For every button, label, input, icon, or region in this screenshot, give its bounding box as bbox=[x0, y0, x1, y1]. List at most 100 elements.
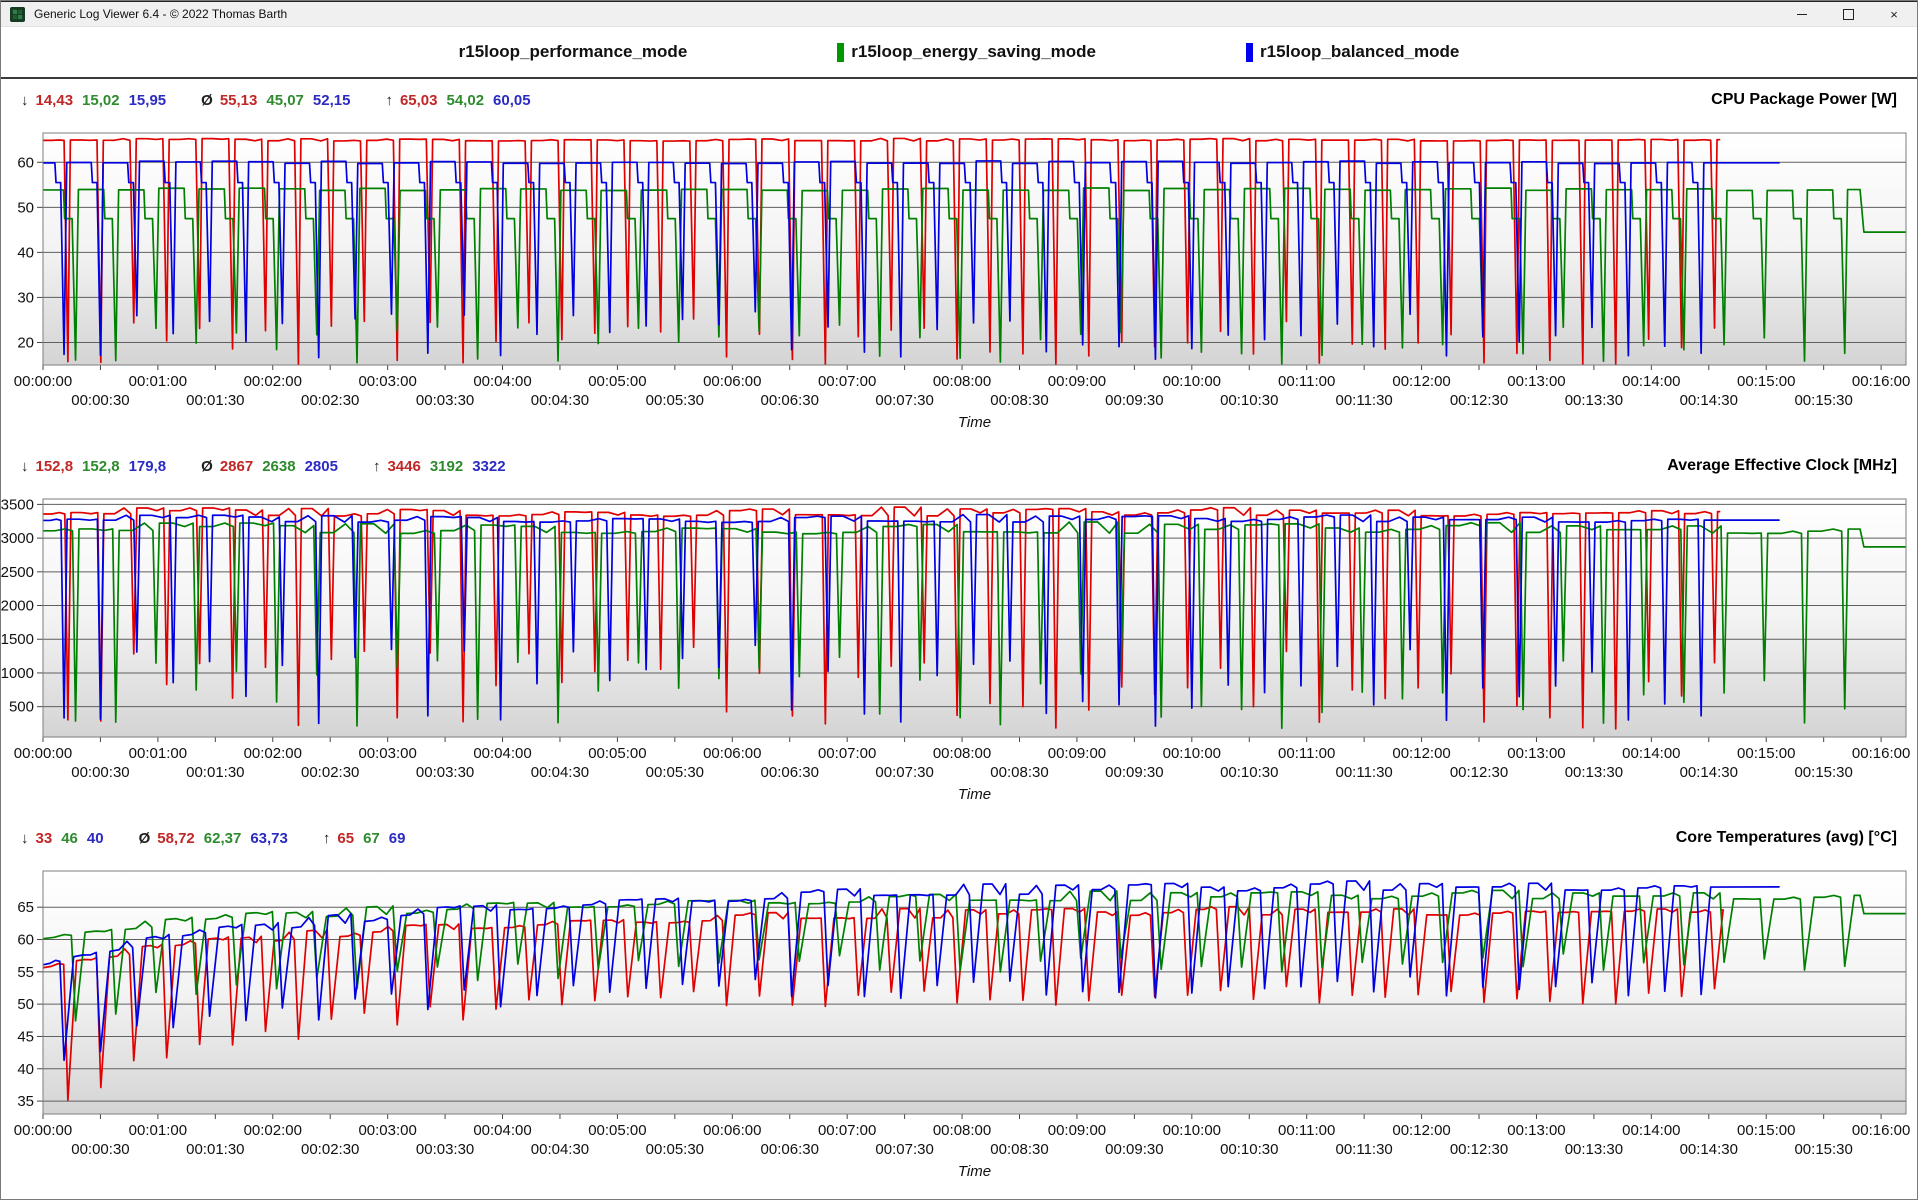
svg-text:00:15:00: 00:15:00 bbox=[1737, 1122, 1795, 1139]
svg-text:00:12:30: 00:12:30 bbox=[1450, 392, 1508, 409]
stat-min-performance: 152,8 bbox=[36, 458, 74, 475]
svg-text:00:07:00: 00:07:00 bbox=[818, 1122, 876, 1139]
svg-text:20: 20 bbox=[17, 334, 34, 351]
stat-avg-balanced: 52,15 bbox=[313, 92, 351, 109]
svg-text:00:08:00: 00:08:00 bbox=[933, 1122, 991, 1139]
svg-text:00:04:00: 00:04:00 bbox=[473, 373, 531, 390]
max-icon: ↑ bbox=[323, 830, 331, 847]
svg-text:00:08:00: 00:08:00 bbox=[933, 745, 991, 762]
svg-text:00:09:30: 00:09:30 bbox=[1105, 392, 1163, 409]
svg-text:00:01:00: 00:01:00 bbox=[129, 745, 187, 762]
legend-label: r15loop_energy_saving_mode bbox=[851, 42, 1096, 62]
svg-text:00:01:00: 00:01:00 bbox=[129, 1122, 187, 1139]
stats-row: ↓ 33 46 40 Ø 58,72 62,37 63,73 ↑ 65 67 6… bbox=[1, 825, 1917, 851]
svg-text:Time: Time bbox=[958, 786, 991, 803]
svg-text:00:06:00: 00:06:00 bbox=[703, 1122, 761, 1139]
svg-text:00:14:30: 00:14:30 bbox=[1680, 1141, 1738, 1158]
title-bar: Generic Log Viewer 6.4 - © 2022 Thomas B… bbox=[1, 1, 1917, 27]
svg-text:00:08:30: 00:08:30 bbox=[990, 392, 1048, 409]
svg-text:00:01:30: 00:01:30 bbox=[186, 1141, 244, 1158]
stat-min-performance: 14,43 bbox=[36, 92, 74, 109]
close-button[interactable]: × bbox=[1871, 2, 1917, 26]
svg-text:00:05:30: 00:05:30 bbox=[646, 392, 704, 409]
svg-text:00:05:00: 00:05:00 bbox=[588, 1122, 646, 1139]
stat-max-energy: 67 bbox=[363, 830, 380, 847]
min-icon: ↓ bbox=[21, 92, 29, 109]
svg-text:45: 45 bbox=[17, 1028, 34, 1045]
svg-text:00:02:00: 00:02:00 bbox=[244, 1122, 302, 1139]
svg-text:00:10:00: 00:10:00 bbox=[1163, 373, 1221, 390]
svg-text:3000: 3000 bbox=[1, 530, 34, 547]
chart-title-core-temps: Core Temperatures (avg) [°C] bbox=[1676, 829, 1897, 847]
svg-text:00:03:30: 00:03:30 bbox=[416, 392, 474, 409]
max-icon: ↑ bbox=[373, 458, 381, 475]
svg-text:00:10:30: 00:10:30 bbox=[1220, 764, 1278, 781]
chart-title-cpu-power: CPU Package Power [W] bbox=[1711, 91, 1897, 109]
legend-color-marker bbox=[837, 43, 844, 62]
svg-text:00:06:30: 00:06:30 bbox=[761, 764, 819, 781]
svg-text:00:12:00: 00:12:00 bbox=[1392, 1122, 1450, 1139]
svg-text:00:14:30: 00:14:30 bbox=[1680, 764, 1738, 781]
svg-text:00:04:30: 00:04:30 bbox=[531, 392, 589, 409]
svg-text:00:08:00: 00:08:00 bbox=[933, 373, 991, 390]
svg-text:55: 55 bbox=[17, 964, 34, 981]
legend-item-energy-saving[interactable]: r15loop_energy_saving_mode bbox=[837, 42, 1096, 62]
max-icon: ↑ bbox=[385, 92, 393, 109]
stat-min-balanced: 15,95 bbox=[129, 92, 167, 109]
svg-text:00:12:30: 00:12:30 bbox=[1450, 1141, 1508, 1158]
svg-text:00:15:30: 00:15:30 bbox=[1794, 1141, 1852, 1158]
svg-text:00:06:00: 00:06:00 bbox=[703, 373, 761, 390]
cpu-power-plot[interactable]: 605040302000:00:0000:00:3000:01:0000:01:… bbox=[1, 113, 1918, 437]
svg-text:00:16:00: 00:16:00 bbox=[1852, 373, 1910, 390]
maximize-icon bbox=[1843, 9, 1854, 20]
svg-text:00:09:30: 00:09:30 bbox=[1105, 1141, 1163, 1158]
stats-row: ↓ 152,8 152,8 179,8 Ø 2867 2638 2805 ↑ 3… bbox=[1, 453, 1917, 479]
svg-text:00:15:00: 00:15:00 bbox=[1737, 745, 1795, 762]
svg-text:2500: 2500 bbox=[1, 564, 34, 581]
legend-color-marker bbox=[1246, 43, 1253, 62]
stat-max-performance: 65,03 bbox=[400, 92, 438, 109]
svg-text:00:13:30: 00:13:30 bbox=[1565, 392, 1623, 409]
legend-item-performance[interactable]: r15loop_performance_mode bbox=[459, 42, 688, 62]
chart-block-cpu-power: ↓ 14,43 15,02 15,95 Ø 55,13 45,07 52,15 … bbox=[1, 87, 1917, 437]
legend-item-balanced[interactable]: r15loop_balanced_mode bbox=[1246, 42, 1459, 62]
svg-text:00:14:00: 00:14:00 bbox=[1622, 745, 1680, 762]
legend-bar: r15loop_performance_mode r15loop_energy_… bbox=[1, 27, 1917, 79]
svg-text:1500: 1500 bbox=[1, 631, 34, 648]
maximize-button[interactable] bbox=[1825, 2, 1871, 26]
svg-text:00:02:30: 00:02:30 bbox=[301, 392, 359, 409]
min-icon: ↓ bbox=[21, 830, 29, 847]
svg-text:3500: 3500 bbox=[1, 496, 34, 513]
stat-min-performance: 33 bbox=[36, 830, 53, 847]
svg-text:00:10:00: 00:10:00 bbox=[1163, 1122, 1221, 1139]
core-temps-plot[interactable]: 6560555045403500:00:0000:00:3000:01:0000… bbox=[1, 851, 1918, 1186]
svg-text:00:02:30: 00:02:30 bbox=[301, 764, 359, 781]
svg-text:50: 50 bbox=[17, 996, 34, 1013]
stat-avg-performance: 2867 bbox=[220, 458, 253, 475]
svg-text:00:02:00: 00:02:00 bbox=[244, 373, 302, 390]
minimize-button[interactable] bbox=[1779, 2, 1825, 26]
svg-text:00:05:00: 00:05:00 bbox=[588, 745, 646, 762]
svg-text:Time: Time bbox=[958, 1163, 991, 1180]
svg-text:00:06:30: 00:06:30 bbox=[761, 1141, 819, 1158]
svg-text:00:04:30: 00:04:30 bbox=[531, 1141, 589, 1158]
svg-text:00:08:30: 00:08:30 bbox=[990, 764, 1048, 781]
effective-clock-plot[interactable]: 35003000250020001500100050000:00:0000:00… bbox=[1, 479, 1918, 809]
svg-text:00:01:30: 00:01:30 bbox=[186, 764, 244, 781]
svg-text:00:11:00: 00:11:00 bbox=[1278, 745, 1335, 762]
svg-text:00:09:00: 00:09:00 bbox=[1048, 1122, 1106, 1139]
svg-text:00:04:00: 00:04:00 bbox=[473, 745, 531, 762]
chart-block-effective-clock: ↓ 152,8 152,8 179,8 Ø 2867 2638 2805 ↑ 3… bbox=[1, 453, 1917, 809]
svg-text:00:07:30: 00:07:30 bbox=[875, 1141, 933, 1158]
svg-text:00:06:00: 00:06:00 bbox=[703, 745, 761, 762]
svg-text:00:09:30: 00:09:30 bbox=[1105, 764, 1163, 781]
svg-text:00:15:30: 00:15:30 bbox=[1794, 764, 1852, 781]
stat-avg-balanced: 2805 bbox=[305, 458, 338, 475]
stat-avg-balanced: 63,73 bbox=[250, 830, 288, 847]
svg-text:Time: Time bbox=[958, 414, 991, 431]
svg-text:00:02:00: 00:02:00 bbox=[244, 745, 302, 762]
svg-text:00:15:30: 00:15:30 bbox=[1794, 392, 1852, 409]
svg-text:00:00:00: 00:00:00 bbox=[14, 1122, 72, 1139]
svg-text:00:03:00: 00:03:00 bbox=[358, 745, 416, 762]
svg-text:00:12:00: 00:12:00 bbox=[1392, 373, 1450, 390]
